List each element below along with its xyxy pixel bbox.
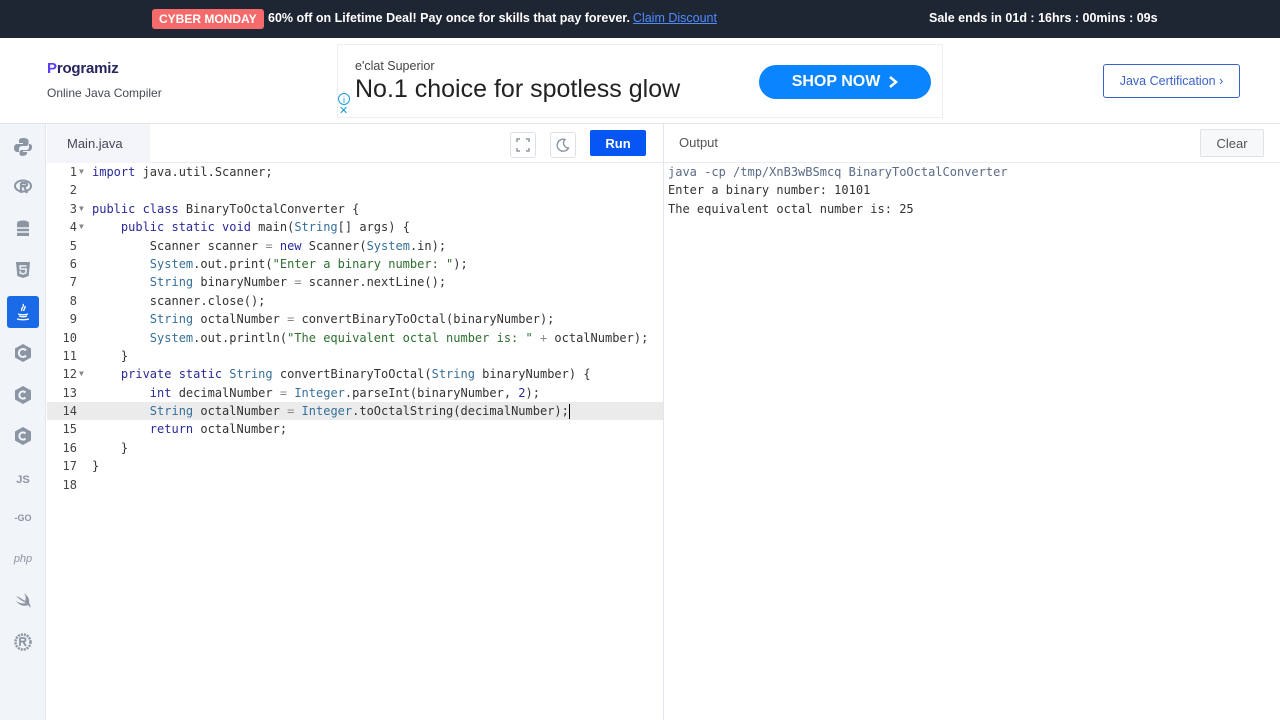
code-line: 7 String binaryNumber = scanner.nextLine… — [47, 273, 663, 291]
line-number: 11 — [62, 348, 77, 363]
python-icon[interactable] — [7, 130, 39, 162]
logo-letter: P — [47, 60, 57, 77]
theme-toggle-button[interactable] — [550, 132, 576, 158]
run-button[interactable]: Run — [590, 130, 646, 156]
shop-now-button[interactable]: SHOP NOW — [759, 65, 931, 99]
clear-button[interactable]: Clear — [1200, 129, 1264, 157]
line-number: 7 — [69, 275, 77, 290]
go-icon[interactable]: -GO — [7, 502, 39, 534]
java-icon[interactable] — [7, 296, 39, 328]
code-line: 9 String octalNumber = convertBinaryToOc… — [47, 310, 663, 328]
code-line: 13 int decimalNumber = Integer.parseInt(… — [47, 384, 663, 402]
line-number: 2 — [69, 183, 77, 198]
ad-info-icon[interactable]: i — [338, 93, 350, 105]
fullscreen-button[interactable] — [510, 132, 536, 158]
code-line: 3 ▼ public class BinaryToOctalConverter { — [47, 200, 663, 218]
ad-headline: No.1 choice for spotless glow — [355, 75, 681, 103]
code-line: 8 scanner.close(); — [47, 292, 663, 310]
line-number: 8 — [69, 293, 77, 308]
line-number: 6 — [69, 256, 77, 271]
java-certification-button[interactable]: Java Certification › — [1103, 64, 1240, 98]
code-line: 17} — [47, 457, 663, 475]
line-number: 9 — [69, 312, 77, 327]
line-number: 4 — [69, 220, 77, 235]
logo-text: rogramiz — [56, 60, 119, 77]
fold-arrow-icon[interactable]: ▼ — [79, 163, 84, 181]
chevron-right-icon — [889, 76, 899, 88]
header: Programiz Online Java Compiler e'clat Su… — [0, 38, 1280, 124]
text-cursor — [568, 404, 570, 420]
r-icon[interactable] — [7, 171, 39, 203]
output-line: Enter a binary number: 10101 — [668, 183, 871, 198]
fullscreen-icon — [516, 138, 530, 152]
code-line: 6 System.out.print("Enter a binary numbe… — [47, 255, 663, 273]
code-line: 11 } — [47, 347, 663, 365]
line-number: 18 — [62, 477, 77, 492]
database-icon[interactable] — [7, 213, 39, 245]
rust-icon[interactable] — [7, 626, 39, 658]
promo-message: 60% off on Lifetime Deal! Pay once for s… — [268, 11, 630, 25]
code-line: 4 ▼ public static void main(String[] args… — [47, 218, 663, 236]
shop-now-label: SHOP NOW — [791, 73, 881, 90]
fold-arrow-icon[interactable]: ▼ — [79, 200, 84, 218]
code-line: 1 ▼ import java.util.Scanner; — [47, 163, 663, 181]
output-console[interactable]: java -cp /tmp/XnB3wBSmcq BinaryToOctalCo… — [663, 163, 1280, 720]
line-number: 10 — [62, 330, 77, 345]
file-tab-main-java[interactable]: Main.java — [47, 124, 150, 163]
code-line: 16 } — [47, 439, 663, 457]
line-number: 1 — [69, 165, 77, 179]
claim-discount-link[interactable]: Claim Discount — [633, 11, 717, 25]
cpp-icon[interactable] — [7, 379, 39, 411]
line-number: 17 — [62, 459, 77, 474]
moon-icon — [556, 138, 570, 152]
line-number: 13 — [62, 385, 77, 400]
php-icon[interactable]: php — [7, 543, 39, 575]
line-number: 12 — [62, 367, 77, 382]
language-sidebar: JS -GO php — [0, 124, 46, 720]
code-line-active: 14 String octalNumber = Integer.toOctalS… — [47, 402, 663, 421]
swift-icon[interactable] — [7, 585, 39, 617]
code-editor[interactable]: 1 ▼ import java.util.Scanner; 2 3 ▼ public c… — [47, 163, 663, 720]
sale-timer: Sale ends in 01d : 16hrs : 00mins : 09s — [929, 11, 1158, 25]
line-number: 3 — [69, 201, 77, 216]
output-line: java -cp /tmp/XnB3wBSmcq BinaryToOctalCo… — [668, 165, 1008, 179]
js-icon[interactable]: JS — [7, 464, 39, 496]
fold-arrow-icon[interactable]: ▼ — [79, 218, 84, 236]
ad-banner[interactable]: e'clat Superior No.1 choice for spotless… — [337, 44, 943, 118]
ad-brand: e'clat Superior — [355, 59, 435, 73]
output-title: Output — [679, 135, 719, 150]
page-subtitle: Online Java Compiler — [47, 86, 162, 100]
programiz-logo[interactable]: Programiz — [47, 60, 119, 77]
promo-bar: CYBER MONDAY 60% off on Lifetime Deal! P… — [0, 0, 1280, 38]
csharp-icon[interactable] — [7, 420, 39, 452]
line-number: 5 — [69, 238, 77, 253]
promo-text: 60% off on Lifetime Deal! Pay once for s… — [268, 11, 717, 25]
code-line: 12 ▼ private static String convertBinaryT… — [47, 365, 663, 383]
editor-toolbar: Main.java Run — [47, 124, 663, 163]
code-line: 18 — [47, 476, 663, 494]
line-number: 16 — [62, 440, 77, 455]
code-line: 10 System.out.println("The equivalent oc… — [47, 329, 663, 347]
fold-arrow-icon[interactable]: ▼ — [79, 365, 84, 383]
ad-close-icon[interactable]: ✕ — [339, 106, 348, 117]
line-number: 15 — [62, 422, 77, 437]
output-header: Output Clear — [663, 124, 1280, 163]
c-icon[interactable] — [7, 337, 39, 369]
promo-badge: CYBER MONDAY — [152, 9, 264, 29]
html-icon[interactable] — [7, 254, 39, 286]
code-line: 5 Scanner scanner = new Scanner(System.i… — [47, 237, 663, 255]
code-line: 2 — [47, 181, 663, 199]
output-line: The equivalent octal number is: 25 — [668, 201, 914, 216]
line-number: 14 — [62, 404, 77, 419]
code-line: 15 return octalNumber; — [47, 420, 663, 438]
